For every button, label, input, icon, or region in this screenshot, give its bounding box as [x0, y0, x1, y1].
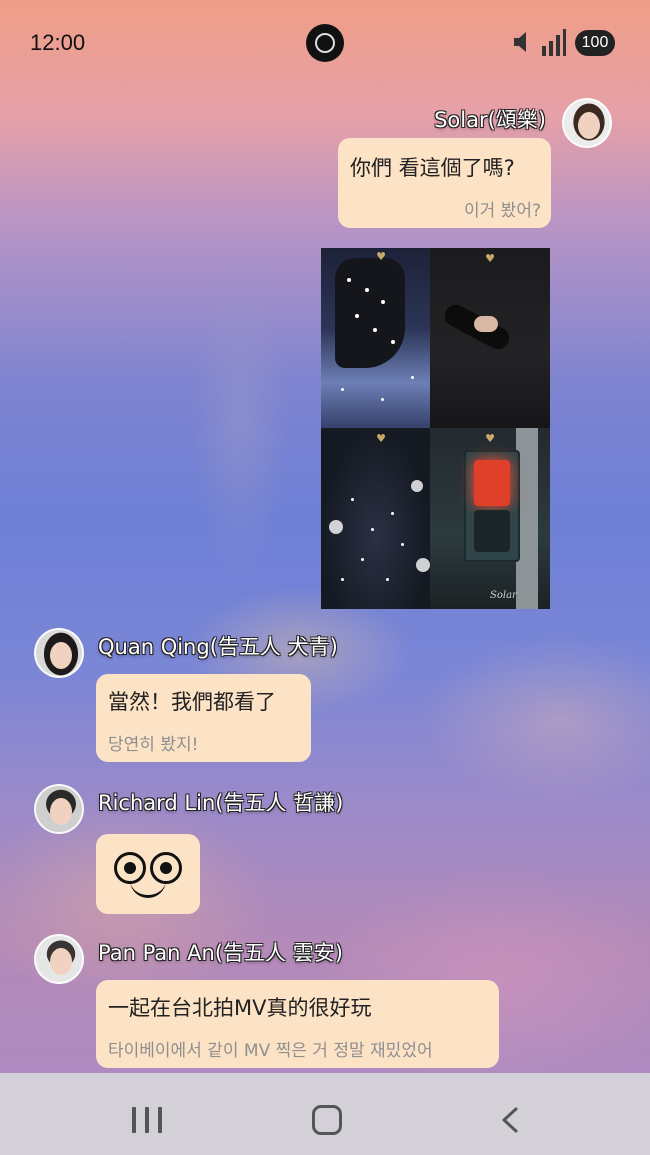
- message-text: 你們 看這個了嗎?: [350, 156, 515, 180]
- emoji-sticker-bubble[interactable]: [96, 834, 200, 914]
- message-translation: 당연히 봤지!: [108, 735, 199, 755]
- status-bar: 12:00 100: [0, 0, 650, 84]
- photo-tile-microphone: ♥: [430, 248, 550, 428]
- photo-tile-boots: ♥: [321, 248, 430, 428]
- sender-name-richard-lin: Richard Lin(告五人 哲謙): [98, 791, 344, 815]
- message-bubble-quan-qing[interactable]: 當然！我們都看了 당연히 봤지!: [96, 674, 311, 762]
- sender-name-solar: Solar(頌樂): [434, 108, 546, 132]
- photo-tile-traffic-light: ♥ Solar: [430, 428, 550, 609]
- mute-icon: [514, 32, 526, 52]
- sender-name-pan-pan-an: Pan Pan An(告五人 雲安): [98, 941, 343, 965]
- message-text: 一起在台北拍MV真的很好玩: [108, 996, 372, 1020]
- message-text: 當然！我們都看了: [108, 690, 276, 714]
- photo-tile-sparkles: ♥: [321, 428, 430, 609]
- back-icon[interactable]: [496, 1105, 526, 1135]
- message-translation: 이거 봤어?: [464, 201, 541, 221]
- home-icon[interactable]: [312, 1105, 342, 1135]
- sticker-smile: [130, 880, 166, 898]
- shared-photo-collage[interactable]: ♥ ♥ ♥ ♥ Solar: [321, 248, 550, 609]
- message-bubble-solar[interactable]: 你們 看這個了嗎? 이거 봤어?: [338, 138, 551, 228]
- avatar-richard-lin[interactable]: [34, 784, 84, 834]
- status-time: 12:00: [30, 30, 86, 55]
- message-translation: 타이베이에서 같이 MV 찍은 거 정말 재밌었어: [108, 1041, 433, 1061]
- avatar-quan-qing[interactable]: [34, 628, 84, 678]
- avatar-pan-pan-an[interactable]: [34, 934, 84, 984]
- navigation-bar: [0, 1073, 650, 1155]
- recents-icon[interactable]: [130, 1107, 164, 1133]
- camera-icon: [306, 24, 344, 62]
- avatar-solar[interactable]: [562, 98, 612, 148]
- battery-icon: 100: [575, 30, 615, 56]
- message-bubble-pan-pan-an[interactable]: 一起在台北拍MV真的很好玩 타이베이에서 같이 MV 찍은 거 정말 재밌었어: [96, 980, 499, 1068]
- signal-icon: [542, 29, 566, 56]
- photo-watermark: Solar: [490, 590, 517, 601]
- sender-name-quan-qing: Quan Qing(告五人 犬青): [98, 635, 338, 659]
